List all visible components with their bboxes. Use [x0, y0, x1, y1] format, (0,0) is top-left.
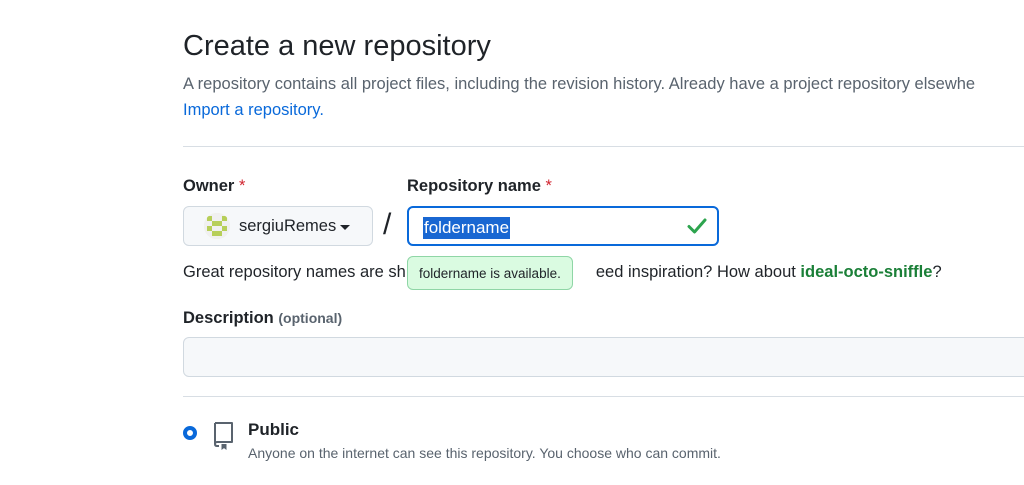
- hint-text-before: Great repository names are sh: [183, 263, 406, 281]
- repo-name-value: foldername: [423, 217, 511, 239]
- repo-name-label-text: Repository name: [407, 177, 541, 195]
- repo-name-input[interactable]: foldername: [407, 206, 719, 246]
- hint-text-after: ?: [932, 263, 942, 281]
- hint-text-middle: eed inspiration? How about: [595, 263, 801, 281]
- owner-required-mark: *: [238, 177, 246, 195]
- owner-avatar: [204, 213, 230, 239]
- owner-name: sergiuRemes: [239, 216, 337, 235]
- repo-name-required-mark: *: [545, 177, 552, 195]
- chevron-down-icon: [340, 224, 351, 230]
- owner-label: Owner *: [183, 177, 245, 196]
- page-title: Create a new repository: [183, 30, 491, 62]
- owner-dropdown-button[interactable]: sergiuRemes: [183, 206, 373, 246]
- description-label: Description (optional): [183, 309, 342, 328]
- public-radio[interactable]: [183, 426, 197, 440]
- check-icon: [687, 218, 707, 234]
- repo-name-label: Repository name *: [407, 177, 552, 196]
- description-optional-text: (optional): [278, 310, 343, 326]
- owner-repo-separator: /: [383, 208, 392, 241]
- public-description: Anyone on the internet can see this repo…: [248, 445, 721, 461]
- owner-label-text: Owner: [183, 177, 235, 195]
- import-repository-link[interactable]: Import a repository.: [183, 101, 324, 120]
- page-subtitle: A repository contains all project files,…: [183, 75, 976, 93]
- description-input[interactable]: [183, 337, 1024, 377]
- description-label-text: Description: [183, 309, 274, 327]
- suggested-name-link[interactable]: ideal-octo-sniffle: [800, 263, 932, 281]
- public-label: Public: [248, 420, 300, 439]
- visibility-divider: [183, 396, 1024, 397]
- repo-icon: [214, 422, 233, 450]
- header-divider: [183, 146, 1024, 147]
- identicon-icon: [204, 213, 230, 239]
- availability-tooltip: foldername is available.: [407, 256, 573, 290]
